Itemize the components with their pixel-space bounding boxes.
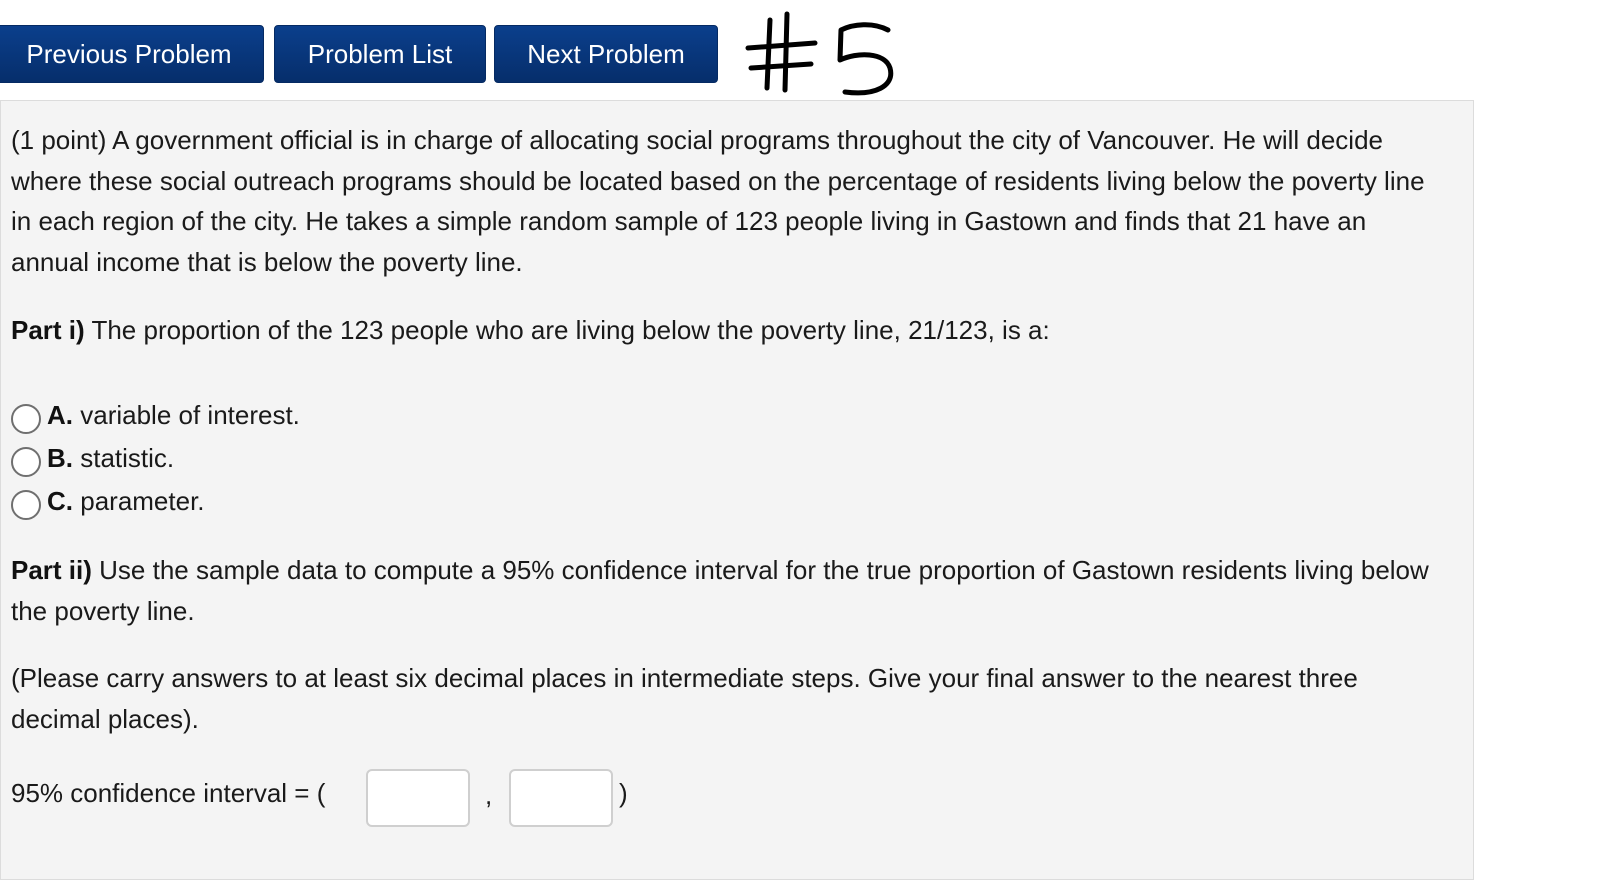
- part-i-heading: Part i): [11, 315, 85, 345]
- part-ii-text: Use the sample data to compute a 95% con…: [11, 555, 1429, 626]
- option-b[interactable]: B. statistic.: [11, 440, 175, 477]
- ci-separator: ,: [485, 780, 493, 810]
- handwritten-problem-number: [745, 11, 894, 96]
- ci-upper-bound-input[interactable]: [509, 769, 613, 827]
- option-a-letter: A.: [47, 399, 73, 430]
- part-ii-question: Part ii) Use the sample data to compute …: [11, 550, 1451, 631]
- previous-problem-button[interactable]: Previous Problem: [0, 25, 264, 83]
- problem-intro-text: (1 point) A government official is in ch…: [11, 125, 1425, 277]
- option-b-letter: B.: [47, 442, 73, 473]
- part-i-text: The proportion of the 123 people who are…: [91, 315, 1050, 345]
- option-b-text: statistic.: [80, 442, 175, 473]
- option-c[interactable]: C. parameter.: [11, 483, 205, 520]
- ci-lower-bound-input[interactable]: [366, 769, 470, 827]
- option-b-radio[interactable]: [11, 447, 41, 477]
- next-problem-button[interactable]: Next Problem: [494, 25, 718, 83]
- option-a[interactable]: A. variable of interest.: [11, 397, 300, 434]
- ci-close-paren: ): [619, 778, 628, 808]
- part-ii-heading: Part ii): [11, 555, 92, 585]
- option-c-radio[interactable]: [11, 490, 41, 520]
- option-c-letter: C.: [47, 485, 73, 516]
- problem-list-button[interactable]: Problem List: [274, 25, 486, 83]
- ci-label: 95% confidence interval = (: [11, 778, 326, 808]
- option-a-text: variable of interest.: [80, 399, 300, 430]
- option-a-radio[interactable]: [11, 404, 41, 434]
- option-c-text: parameter.: [80, 485, 205, 516]
- part-i-question: Part i) The proportion of the 123 people…: [11, 310, 1451, 351]
- rounding-note: (Please carry answers to at least six de…: [11, 663, 1358, 734]
